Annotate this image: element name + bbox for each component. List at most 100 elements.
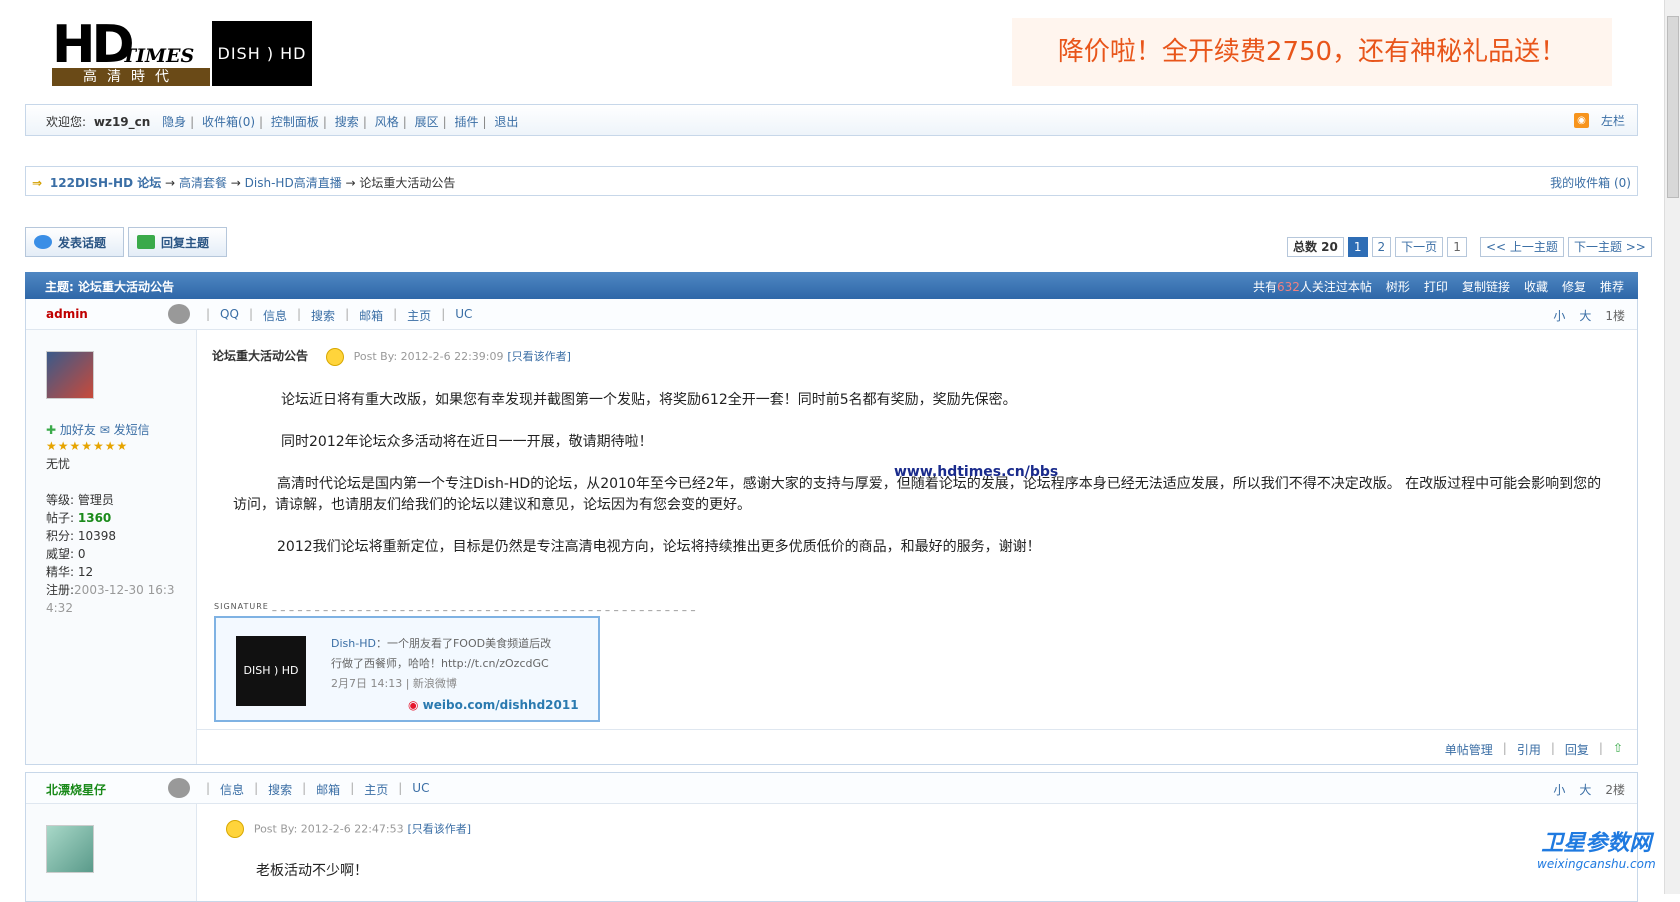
post-title: 论坛重大活动公告 xyxy=(212,349,309,363)
my-inbox-link[interactable]: 我的收件箱 (0) xyxy=(1550,174,1631,191)
post-paragraph-5: 2012我们论坛将重新定位，目标是仍然是专注高清电视方向，论坛将持续推出更多优质… xyxy=(277,539,1041,555)
tool-repair[interactable]: 修复 xyxy=(1562,278,1586,295)
avatar[interactable] xyxy=(46,351,94,399)
crumb-category[interactable]: 高清套餐 xyxy=(179,176,227,190)
link-style[interactable]: 风格 xyxy=(375,115,399,129)
link-uc[interactable]: UC xyxy=(412,781,429,798)
rss-icon[interactable]: ◉ xyxy=(1573,113,1589,128)
watchers-count: 632 xyxy=(1276,280,1300,294)
user-prestige: 威望: 0 xyxy=(46,547,86,561)
tool-recommend[interactable]: 推荐 xyxy=(1600,278,1624,295)
user-points: 积分: 10398 xyxy=(46,529,117,543)
tool-copy-link[interactable]: 复制链接 xyxy=(1462,278,1510,295)
weibo-link[interactable]: ◉ weibo.com/dishhd2011 xyxy=(408,698,579,712)
hdtimes-logo: HD TIMES 高清時代 xyxy=(50,15,212,86)
font-small[interactable]: 小 xyxy=(1553,781,1565,798)
back-to-top-icon[interactable]: ⇧ xyxy=(1613,741,1623,758)
logo-cn-text: 高清時代 xyxy=(52,68,210,86)
new-topic-button[interactable]: 发表话题 xyxy=(25,227,124,257)
crumb-sep: → xyxy=(230,176,241,190)
font-big[interactable]: 大 xyxy=(1579,307,1591,324)
dish-hd-logo: DISH ) HD xyxy=(212,21,312,86)
crumb-forum-home[interactable]: 122DISH-HD 论坛 xyxy=(50,176,161,190)
page-jump-input[interactable]: 1 xyxy=(1447,237,1467,257)
avatar[interactable] xyxy=(46,825,94,873)
link-email[interactable]: 邮箱 xyxy=(316,781,340,798)
link-homepage[interactable]: 主页 xyxy=(407,307,431,324)
smiley-icon xyxy=(226,820,244,838)
left-column-toggle[interactable]: 左栏 xyxy=(1601,112,1625,129)
next-topic-button[interactable]: 下一主题 >> xyxy=(1567,237,1652,257)
link-search[interactable]: 搜索 xyxy=(268,781,292,798)
posts-label: 帖子: xyxy=(46,511,75,525)
tool-tree[interactable]: 树形 xyxy=(1386,278,1410,295)
floor-number: 2楼 xyxy=(1605,783,1625,797)
manage-post-link[interactable]: 单帖管理 xyxy=(1445,741,1493,758)
post-author[interactable]: 北漂烧星仔 xyxy=(46,781,106,798)
only-author-link[interactable]: [只看该作者] xyxy=(507,350,571,363)
next-page-button[interactable]: 下一页 xyxy=(1395,237,1444,257)
site-watermark: 卫星参数网 weixingcanshu.com xyxy=(1537,825,1656,871)
prev-topic-button[interactable]: << 上一主题 xyxy=(1480,237,1564,257)
quote-link[interactable]: 引用 xyxy=(1517,741,1541,758)
welcome-label: 欢迎您: xyxy=(46,115,87,129)
signature-weibo-card[interactable]: DISH ) HD Dish-HD：一个朋友看了FOOD美食频道后改 行做了西餐… xyxy=(214,616,600,722)
logo-hd-text: HD xyxy=(52,15,135,75)
page-scrollbar[interactable] xyxy=(1664,0,1680,894)
post-2: 北漂烧星仔 | 信息 | 搜索 | 邮箱 | 主页 | UC 小 大 2楼 Post By… xyxy=(25,772,1638,902)
thread-header: 主题: 论坛重大活动公告 共有632人关注过本帖 树形 打印 复制链接 收藏 修… xyxy=(25,272,1638,299)
link-invisible[interactable]: 隐身 xyxy=(162,115,186,129)
post-2-text: 老板活动不少啊！ xyxy=(256,863,368,879)
breadcrumb-arrow-icon: ⇒ xyxy=(32,176,43,190)
crumb-board[interactable]: Dish-HD高清直播 xyxy=(245,176,342,190)
post-by: Post By: 2012-2-6 22:39:09 xyxy=(353,350,504,363)
link-email[interactable]: 邮箱 xyxy=(359,307,383,324)
link-plugins[interactable]: 插件 xyxy=(454,115,478,129)
watermark-url: www.hdtimes.cn/bbs xyxy=(894,464,1059,480)
link-search[interactable]: 搜索 xyxy=(335,115,359,129)
user-level: 等级: 管理员 xyxy=(46,493,114,507)
posts-count: 1360 xyxy=(77,511,112,525)
watermark-title: 卫星参数网 xyxy=(1541,831,1652,856)
sig-name[interactable]: Dish-HD xyxy=(331,637,376,650)
link-homepage[interactable]: 主页 xyxy=(364,781,388,798)
link-inbox[interactable]: 收件箱(0) xyxy=(202,115,255,129)
tool-favorite[interactable]: 收藏 xyxy=(1524,278,1548,295)
post-footer-links: 单帖管理 | 引用 | 回复 | ⇧ xyxy=(1444,741,1623,758)
font-small[interactable]: 小 xyxy=(1553,307,1565,324)
thread-tools: 共有632人关注过本帖 树形 打印 复制链接 收藏 修复 推荐 xyxy=(1253,278,1624,295)
dish-hd-sig-logo: DISH ) HD xyxy=(236,636,306,706)
only-author-link[interactable]: [只看该作者] xyxy=(407,823,471,836)
link-qq[interactable]: QQ xyxy=(220,307,239,324)
link-info[interactable]: 信息 xyxy=(263,307,287,324)
floor-info: 小 大 2楼 xyxy=(1553,781,1625,798)
link-control-panel[interactable]: 控制面板 xyxy=(271,115,319,129)
sig-line-2: 行做了西餐师，哈哈！http://t.cn/zOzcdGC xyxy=(331,657,549,670)
username[interactable]: wz19_cn xyxy=(94,115,150,129)
reply-link[interactable]: 回复 xyxy=(1565,741,1589,758)
add-friend-link[interactable]: 加好友 xyxy=(60,423,96,437)
post-1-header: 论坛重大活动公告 Post By: 2012-2-6 22:39:09 [只看该… xyxy=(212,347,1617,366)
tool-print[interactable]: 打印 xyxy=(1424,278,1448,295)
page-1[interactable]: 1 xyxy=(1347,237,1368,257)
link-info[interactable]: 信息 xyxy=(220,781,244,798)
font-big[interactable]: 大 xyxy=(1579,781,1591,798)
scrollbar-thumb[interactable] xyxy=(1667,16,1679,198)
crumb-sep: → xyxy=(345,176,356,190)
signature-label: SIGNATURE _ _ _ _ _ _ _ _ _ _ _ _ _ _ _ … xyxy=(214,602,696,611)
promo-banner[interactable]: 降价啦！全开续费2750，还有神秘礼品送！ xyxy=(1012,18,1612,86)
floor-info: 小 大 1楼 xyxy=(1553,307,1625,324)
post-author[interactable]: admin xyxy=(46,307,88,321)
send-message-link[interactable]: 发短信 xyxy=(114,423,150,437)
link-search[interactable]: 搜索 xyxy=(311,307,335,324)
link-logout[interactable]: 退出 xyxy=(494,115,518,129)
crumb-current: 论坛重大活动公告 xyxy=(359,176,456,190)
link-exhibition[interactable]: 展区 xyxy=(415,115,439,129)
link-uc[interactable]: UC xyxy=(455,307,472,324)
user-essence: 精华: 12 xyxy=(46,565,94,579)
page-2[interactable]: 2 xyxy=(1371,237,1392,257)
site-logo[interactable]: HD TIMES 高清時代 DISH ) HD xyxy=(50,15,312,86)
post-paragraph-1: 论坛近日将有重大改版，如果您有幸发现并截图第一个发贴，将奖励612全开一套！同时… xyxy=(281,392,1017,408)
reply-topic-button[interactable]: 回复主题 xyxy=(128,227,227,257)
mail-icon: ✉ xyxy=(99,423,110,437)
